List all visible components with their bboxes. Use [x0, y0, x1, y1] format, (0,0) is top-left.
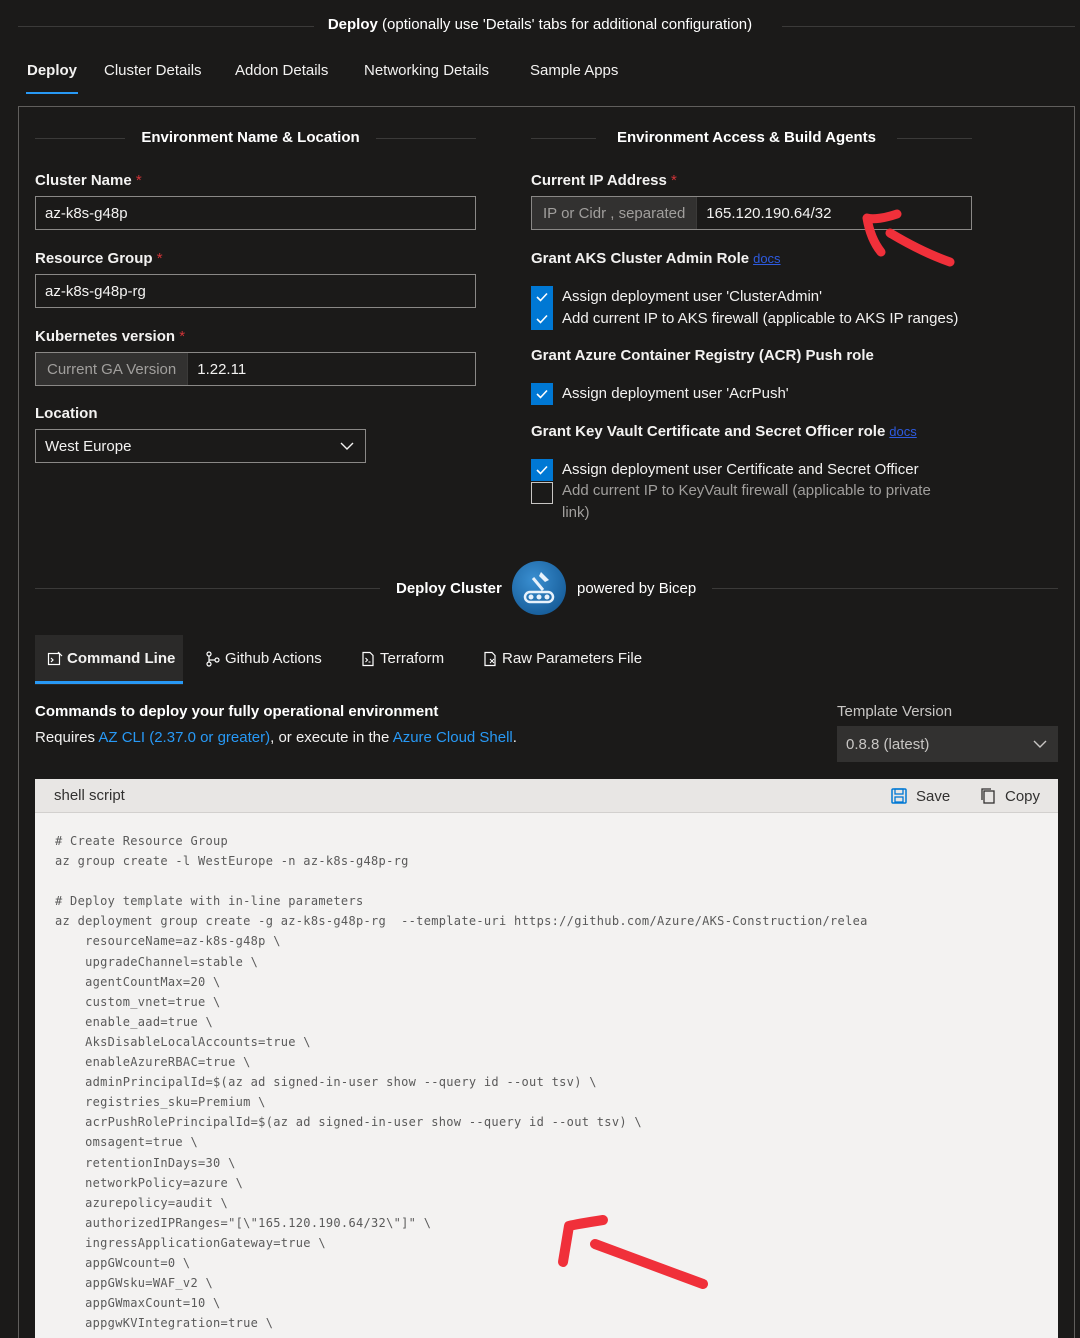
- code-block-header: shell script Save Copy: [35, 779, 1058, 813]
- template-version-dropdown[interactable]: 0.8.8 (latest): [837, 726, 1058, 762]
- template-version-label: Template Version: [837, 703, 953, 720]
- code-line: ingressApplicationGateway=true \: [55, 1235, 326, 1250]
- env-section-title: Environment Name & Location: [141, 129, 360, 146]
- code-content[interactable]: # Create Resource Group az group create -…: [35, 813, 1058, 1333]
- github-actions-icon: [206, 650, 220, 667]
- ip-address-input[interactable]: IP or Cidr , separated 165.120.190.64/32: [531, 196, 972, 230]
- code-line: az group create -l WestEurope -n az-k8s-…: [55, 854, 409, 869]
- checkmark-icon: [531, 383, 553, 405]
- cluster-name-label: Cluster Name *: [35, 172, 142, 189]
- copy-button[interactable]: Copy: [979, 779, 1040, 813]
- aks-firewall-checkbox[interactable]: Add current IP to AKS firewall (applicab…: [531, 308, 958, 330]
- k8s-version-input[interactable]: Current GA Version 1.22.11: [35, 352, 476, 386]
- tab-addon-details[interactable]: Addon Details: [235, 62, 328, 79]
- acr-push-checkbox[interactable]: Assign deployment user 'AcrPush': [531, 383, 789, 405]
- tab-sample-apps[interactable]: Sample Apps: [530, 62, 618, 79]
- cloud-shell-link[interactable]: Azure Cloud Shell: [393, 729, 513, 746]
- save-icon: [891, 788, 907, 804]
- keyvault-role-label: Grant Key Vault Certificate and Secret O…: [531, 423, 917, 440]
- code-line: agentCountMax=20 \: [55, 974, 221, 989]
- terraform-icon: [362, 651, 374, 666]
- deploy-cluster-label: Deploy Cluster: [396, 580, 502, 597]
- code-line: az deployment group create -g az-k8s-g48…: [55, 914, 868, 929]
- access-section-title: Environment Access & Build Agents: [617, 129, 876, 146]
- code-line: registries_sku=Premium \: [55, 1095, 266, 1110]
- code-block: shell script Save Copy # Create Resource…: [35, 779, 1058, 1338]
- tab-networking-details[interactable]: Networking Details: [364, 62, 489, 79]
- section-divider: [712, 588, 1058, 589]
- code-line: omsagent=true \: [55, 1135, 198, 1150]
- chevron-down-icon: [1033, 740, 1047, 748]
- tab-cluster-details[interactable]: Cluster Details: [104, 62, 202, 79]
- page-title: Deploy (optionally use 'Details' tabs fo…: [327, 16, 753, 33]
- checkmark-icon: [531, 459, 553, 481]
- code-line: appGWmaxCount=10 \: [55, 1296, 221, 1311]
- tab-deploy[interactable]: Deploy: [27, 62, 77, 79]
- save-button[interactable]: Save: [890, 779, 950, 813]
- k8s-version-prefix: Current GA Version: [36, 353, 189, 385]
- tab-command-line[interactable]: Command Line: [47, 650, 175, 667]
- code-line: authorizedIPRanges="[\"165.120.190.64/32…: [55, 1215, 432, 1230]
- location-dropdown[interactable]: West Europe: [35, 429, 366, 463]
- checkmark-icon: [531, 308, 553, 330]
- active-subtab-indicator: [35, 681, 183, 684]
- code-line: # Deploy template with in-line parameter…: [55, 894, 364, 909]
- keyvault-officer-checkbox[interactable]: Assign deployment user Certificate and S…: [531, 459, 919, 481]
- code-line: appgwKVIntegration=true \: [55, 1316, 274, 1331]
- location-label: Location: [35, 405, 98, 422]
- code-line: acrPushRolePrincipalId=$(az ad signed-in…: [55, 1115, 642, 1130]
- ip-address-prefix: IP or Cidr , separated: [532, 197, 698, 229]
- tab-terraform[interactable]: Terraform: [360, 650, 444, 667]
- code-line: enable_aad=true \: [55, 1014, 214, 1029]
- command-line-icon: [47, 651, 63, 665]
- tab-github-actions[interactable]: Github Actions: [205, 650, 322, 667]
- az-cli-link[interactable]: AZ CLI (2.37.0 or greater): [98, 729, 270, 746]
- requirements-text: Requires AZ CLI (2.37.0 or greater), or …: [35, 729, 517, 746]
- aks-docs-link[interactable]: docs: [753, 251, 780, 266]
- checkmark-icon: [531, 286, 553, 308]
- section-divider: [35, 138, 125, 139]
- checkbox-empty: [531, 482, 553, 504]
- bicep-logo-icon: [512, 561, 566, 615]
- active-tab-indicator: [26, 92, 78, 94]
- keyvault-firewall-checkbox[interactable]: Add current IP to KeyVault firewall (app…: [531, 482, 931, 524]
- ip-address-label: Current IP Address *: [531, 172, 677, 189]
- commands-heading: Commands to deploy your fully operationa…: [35, 703, 439, 720]
- section-divider: [35, 588, 380, 589]
- cluster-name-input[interactable]: az-k8s-g48p: [35, 196, 476, 230]
- code-line: AksDisableLocalAccounts=true \: [55, 1034, 311, 1049]
- aks-cluster-admin-checkbox[interactable]: Assign deployment user 'ClusterAdmin': [531, 286, 822, 308]
- code-line: enableAzureRBAC=true \: [55, 1055, 251, 1070]
- keyvault-docs-link[interactable]: docs: [889, 424, 916, 439]
- code-block-title: shell script: [54, 787, 125, 804]
- code-line: resourceName=az-k8s-g48p \: [55, 934, 281, 949]
- tab-raw-parameters-file[interactable]: Raw Parameters File: [482, 650, 642, 667]
- file-icon: [484, 651, 496, 666]
- aks-role-label: Grant AKS Cluster Admin Role docs: [531, 250, 781, 267]
- chevron-down-icon: [340, 442, 354, 450]
- code-line: appGWsku=WAF_v2 \: [55, 1276, 214, 1291]
- section-divider: [531, 138, 596, 139]
- code-line: adminPrincipalId=$(az ad signed-in-user …: [55, 1075, 597, 1090]
- section-divider: [897, 138, 972, 139]
- section-divider: [376, 138, 476, 139]
- resource-group-label: Resource Group *: [35, 250, 163, 267]
- code-line: upgradeChannel=stable \: [55, 954, 259, 969]
- resource-group-input[interactable]: az-k8s-g48p-rg: [35, 274, 476, 308]
- code-line: networkPolicy=azure \: [55, 1175, 244, 1190]
- copy-icon: [981, 788, 995, 804]
- code-line: custom_vnet=true \: [55, 994, 221, 1009]
- code-line: retentionInDays=30 \: [55, 1155, 236, 1170]
- k8s-version-label: Kubernetes version *: [35, 328, 186, 345]
- code-line: # Create Resource Group: [55, 834, 229, 848]
- acr-role-label: Grant Azure Container Registry (ACR) Pus…: [531, 347, 874, 364]
- powered-by-label: powered by Bicep: [577, 580, 697, 597]
- code-line: azurepolicy=audit \: [55, 1195, 229, 1210]
- code-line: appGWcount=0 \: [55, 1255, 191, 1270]
